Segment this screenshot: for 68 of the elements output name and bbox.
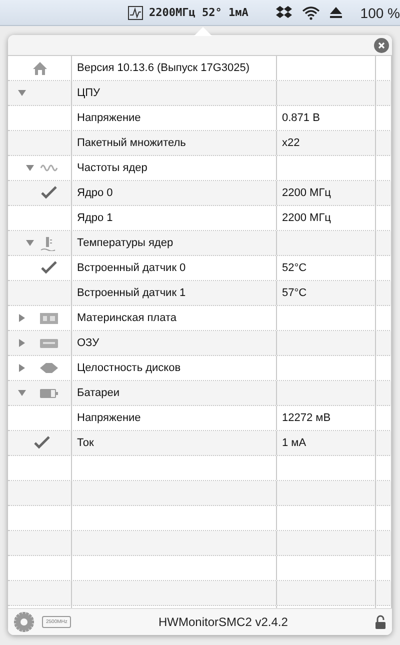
monitor-icon[interactable]	[128, 6, 143, 20]
thermometer-icon	[40, 236, 56, 251]
table-row[interactable]: Ток 1 мА	[8, 431, 392, 456]
table-row[interactable]: Ядро 1 2200 МГц	[8, 206, 392, 231]
checkmark-icon[interactable]	[41, 261, 57, 274]
wifi-icon[interactable]	[302, 6, 320, 20]
sensor-name: Встроенный датчик 0	[77, 262, 186, 274]
sensor-value: 2200 МГц	[282, 187, 331, 199]
table-row[interactable]: Встроенный датчик 0 52°C	[8, 256, 392, 281]
sensor-value: 57°C	[282, 287, 307, 299]
battery-icon	[40, 389, 58, 398]
table-row[interactable]: Напряжение 12272 мВ	[8, 406, 392, 431]
table-row[interactable]: Напряжение 0.871 В	[8, 106, 392, 131]
chip-icon	[40, 313, 58, 324]
sensor-value: 2200 МГц	[282, 212, 331, 224]
disclosure-collapsed-icon[interactable]	[18, 364, 26, 372]
sensor-name: Батареи	[77, 387, 120, 399]
table-row[interactable]: Встроенный датчик 1 57°C	[8, 281, 392, 306]
eject-icon[interactable]	[330, 7, 342, 18]
sensor-name: Ядро 0	[77, 187, 113, 199]
table-row[interactable]: ЦПУ	[8, 81, 392, 106]
battery-percent: 100 %	[360, 4, 400, 20]
sensor-name: Пакетный множитель	[77, 137, 186, 149]
disclosure-expanded-icon[interactable]	[18, 89, 26, 97]
table-row[interactable]: Версия 10.13.6 (Выпуск 17G3025)	[8, 56, 392, 81]
table-row[interactable]: Температуры ядер	[8, 231, 392, 256]
checkmark-icon[interactable]	[34, 436, 50, 449]
table-row[interactable]: Ядро 0 2200 МГц	[8, 181, 392, 206]
disclosure-collapsed-icon[interactable]	[18, 339, 26, 347]
close-button[interactable]	[374, 38, 389, 52]
sensor-name: Напряжение	[77, 412, 141, 424]
house-icon	[32, 61, 48, 76]
sensor-name: ЦПУ	[77, 87, 100, 99]
sensor-name: Целостность дисков	[77, 362, 181, 374]
diamond-icon	[40, 363, 58, 373]
settings-icon[interactable]	[14, 612, 34, 632]
sensor-name: Встроенный датчик 1	[77, 287, 186, 299]
lock-icon[interactable]	[375, 615, 386, 629]
table-row[interactable]: Батареи	[8, 381, 392, 406]
sensor-name: Ядро 1	[77, 212, 113, 224]
sensor-value: 0.871 В	[282, 112, 320, 124]
status-readout: 2200МГц 52° 1мА	[149, 6, 248, 19]
wave-icon	[40, 163, 58, 173]
sensor-name: Напряжение	[77, 112, 141, 124]
sensor-name: Версия 10.13.6 (Выпуск 17G3025)	[77, 62, 250, 74]
checkmark-icon[interactable]	[41, 186, 57, 199]
sensor-name: Материнская плата	[77, 312, 176, 324]
close-icon[interactable]	[378, 42, 385, 48]
table-row[interactable]: Целостность дисков	[8, 356, 392, 381]
disclosure-expanded-icon[interactable]	[26, 239, 34, 247]
table-row[interactable]: Пакетный множитель x22	[8, 131, 392, 156]
disclosure-expanded-icon[interactable]	[26, 164, 34, 172]
sensor-name: Частоты ядер	[77, 162, 148, 174]
box-logo-icon[interactable]	[276, 6, 292, 20]
sensor-value: 1 мА	[282, 437, 306, 449]
disclosure-expanded-icon[interactable]	[18, 389, 26, 397]
table-row[interactable]: ОЗУ	[8, 331, 392, 356]
sensor-value: 52°C	[282, 262, 307, 274]
table-row[interactable]: Частоты ядер	[8, 156, 392, 181]
table-row[interactable]: Материнская плата	[8, 306, 392, 331]
disclosure-collapsed-icon[interactable]	[18, 314, 26, 322]
memory-icon	[40, 339, 58, 348]
sensor-name: Ток	[77, 437, 94, 449]
app-title: HWMonitorSMC2 v2.4.2	[158, 615, 289, 629]
sensor-value: 12272 мВ	[282, 412, 331, 424]
sensor-name: ОЗУ	[77, 337, 100, 349]
sensor-value: x22	[282, 137, 300, 149]
sensor-name: Температуры ядер	[77, 237, 174, 249]
